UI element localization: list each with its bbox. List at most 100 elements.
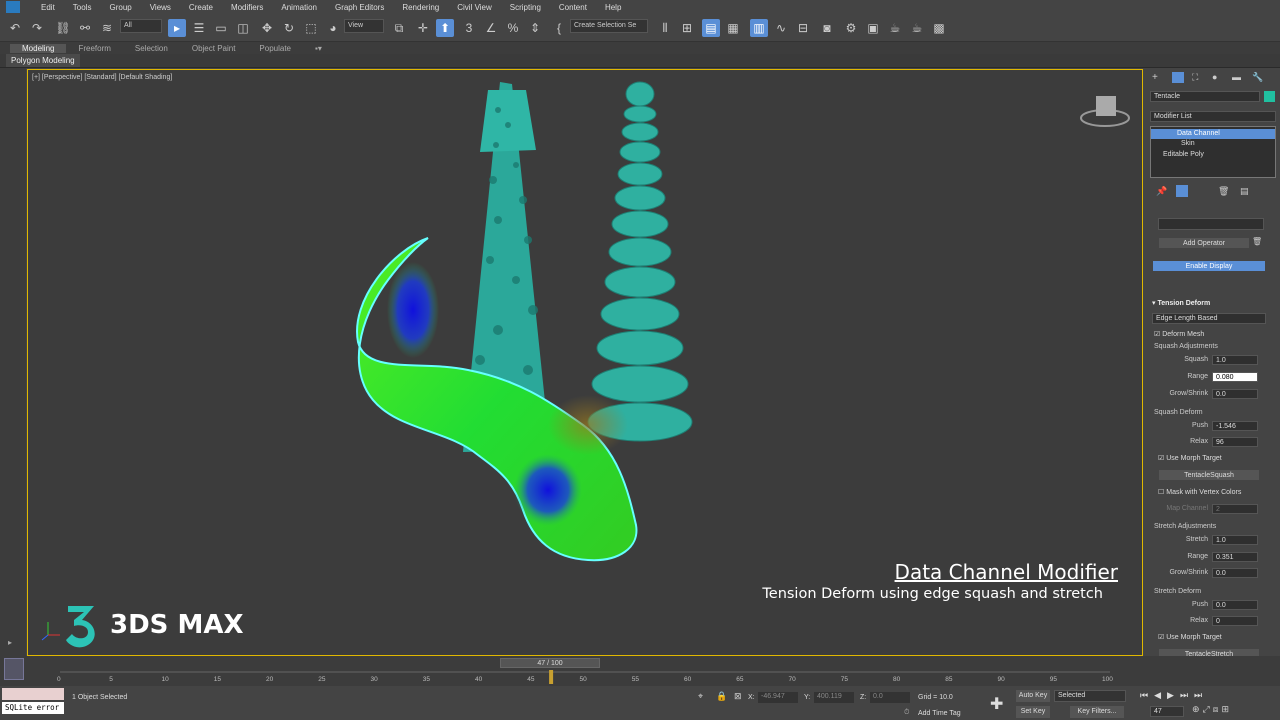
material-editor-icon[interactable]: ◙ — [818, 19, 836, 37]
menu-rendering[interactable]: Rendering — [393, 3, 448, 12]
ribbon-options-icon[interactable]: ▪▾ — [303, 44, 334, 53]
tab-modeling[interactable]: Modeling — [10, 43, 67, 53]
unlink-icon[interactable]: ⚯ — [76, 19, 94, 37]
align-icon[interactable]: ⊞ — [678, 19, 696, 37]
z-coordinate-field[interactable]: 0.0 — [870, 692, 910, 703]
maxscript-listener[interactable]: SQLite error — [2, 702, 64, 714]
render-iterative-icon[interactable]: ☕ — [908, 19, 926, 37]
tab-selection[interactable]: Selection — [123, 44, 180, 53]
stretch-grow-shrink-spinner[interactable]: 0.0 — [1212, 568, 1258, 578]
menu-scripting[interactable]: Scripting — [501, 3, 550, 12]
named-selection-sets-dropdown[interactable]: Create Selection Se — [570, 19, 648, 33]
map-channel-spinner[interactable]: 2 — [1212, 504, 1258, 514]
method-dropdown[interactable]: Edge Length Based — [1152, 313, 1266, 324]
frame-slider-handle[interactable]: 47 / 100 — [500, 658, 600, 668]
rollout-title[interactable]: ▾ Tension Deform — [1152, 299, 1210, 307]
placement-icon[interactable]: ◕ — [324, 19, 342, 37]
object-color-swatch[interactable] — [1264, 91, 1275, 102]
polygon-modeling-panel[interactable]: Polygon Modeling — [6, 54, 80, 67]
menu-create[interactable]: Create — [180, 3, 222, 12]
menu-modifiers[interactable]: Modifiers — [222, 3, 272, 12]
tab-populate[interactable]: Populate — [247, 44, 303, 53]
configure-sets-icon[interactable]: ▤ — [1240, 186, 1249, 197]
tab-freeform[interactable]: Freeform — [66, 44, 122, 53]
reference-coordinate-dropdown[interactable]: View — [344, 19, 384, 33]
delete-operator-icon[interactable]: 🗑 — [1252, 237, 1262, 246]
push-spinner[interactable]: -1.546 — [1212, 421, 1258, 431]
create-tab-icon[interactable]: + — [1152, 72, 1158, 83]
remove-modifier-icon[interactable]: 🗑 — [1218, 186, 1229, 197]
deform-mesh-checkbox[interactable]: ☑ Deform Mesh — [1154, 330, 1204, 338]
rectangular-selection-icon[interactable]: ▭ — [212, 19, 230, 37]
enable-display-button[interactable]: Enable Display — [1152, 260, 1266, 272]
stretch-push-spinner[interactable]: 0.0 — [1212, 600, 1258, 610]
stack-item-data-channel[interactable]: Data Channel — [1151, 129, 1275, 139]
selection-filter-dropdown[interactable]: All — [120, 19, 162, 33]
stretch-relax-spinner[interactable]: 0 — [1212, 616, 1258, 626]
menu-content[interactable]: Content — [550, 3, 596, 12]
select-by-name-icon[interactable]: ☰ — [190, 19, 208, 37]
menu-edit[interactable]: Edit — [32, 3, 64, 12]
use-morph-target-2-checkbox[interactable]: ☑ Use Morph Target — [1158, 633, 1222, 641]
menu-animation[interactable]: Animation — [272, 3, 326, 12]
grow-shrink-spinner[interactable]: 0.0 — [1212, 389, 1258, 399]
link-icon[interactable]: ⛓ — [54, 19, 72, 37]
redo-icon[interactable]: ↷ — [28, 19, 46, 37]
stack-item-editable-poly[interactable]: Editable Poly — [1163, 151, 1204, 158]
object-name-field[interactable]: Tentacle — [1150, 91, 1260, 102]
modify-tab-icon[interactable] — [1172, 72, 1184, 83]
key-set-dropdown[interactable]: Selected — [1054, 690, 1126, 702]
auto-key-button[interactable]: Auto Key — [1016, 690, 1050, 702]
utilities-tab-icon[interactable]: 🔧 — [1252, 72, 1263, 83]
relax-spinner[interactable]: 96 — [1212, 437, 1258, 447]
set-key-button[interactable]: Set Key — [1016, 706, 1050, 718]
menu-views[interactable]: Views — [141, 3, 180, 12]
render-setup-icon[interactable]: ⚙ — [842, 19, 860, 37]
layer-explorer-icon[interactable]: ▦ — [724, 19, 742, 37]
time-slider[interactable]: 47 / 100 0 5 10 15 20 25 30 35 40 45 50 55 60 65 70 75 8… — [0, 656, 1280, 686]
menu-tools[interactable]: Tools — [64, 3, 101, 12]
mask-vertex-colors-checkbox[interactable]: ☐ Mask with Vertex Colors — [1158, 488, 1241, 496]
app-logo-icon[interactable] — [6, 1, 20, 13]
window-crossing-icon[interactable]: ◫ — [234, 19, 252, 37]
keyboard-shortcut-override-icon[interactable]: ⬆ — [436, 19, 454, 37]
expand-icon[interactable]: ▸ — [8, 638, 18, 648]
y-coordinate-field[interactable]: 400.119 — [814, 692, 854, 703]
angle-snap-icon[interactable]: ∠ — [482, 19, 500, 37]
menu-help[interactable]: Help — [596, 3, 630, 12]
undo-icon[interactable]: ↶ — [6, 19, 24, 37]
isolate-selection-icon[interactable]: ⌖ — [698, 691, 703, 702]
modifier-list-dropdown[interactable]: Modifier List — [1150, 111, 1276, 122]
mirror-icon[interactable]: ⫴ — [656, 19, 674, 37]
current-frame-field[interactable]: 47 — [1150, 706, 1184, 717]
bind-space-warp-icon[interactable]: ≋ — [98, 19, 116, 37]
select-object-icon[interactable]: ▸ — [168, 19, 186, 37]
selection-lock-icon[interactable]: 🔒 — [716, 691, 727, 702]
render-in-cloud-icon[interactable]: ▩ — [930, 19, 948, 37]
hierarchy-tab-icon[interactable]: ⛶ — [1192, 72, 1198, 83]
add-operator-button[interactable]: Add Operator — [1158, 237, 1250, 249]
x-coordinate-field[interactable]: -46.947 — [758, 692, 798, 703]
rendered-frame-window-icon[interactable]: ▣ — [864, 19, 882, 37]
tab-object-paint[interactable]: Object Paint — [180, 44, 248, 53]
mini-curve-toggle-icon[interactable] — [4, 658, 24, 680]
menu-graph-editors[interactable]: Graph Editors — [326, 3, 393, 12]
stretch-spinner[interactable]: 1.0 — [1212, 535, 1258, 545]
squash-spinner[interactable]: 1.0 — [1212, 355, 1258, 365]
key-filters-button[interactable]: Key Filters... — [1070, 706, 1124, 718]
pin-stack-icon[interactable]: 📌 — [1156, 186, 1167, 197]
rotate-icon[interactable]: ↻ — [280, 19, 298, 37]
snaps-toggle-icon[interactable]: 3 — [460, 19, 478, 37]
pivot-center-icon[interactable]: ⧉ — [390, 19, 408, 37]
render-production-icon[interactable]: ☕ — [886, 19, 904, 37]
percent-snap-icon[interactable]: % — [504, 19, 522, 37]
range-spinner[interactable]: 0.080 — [1212, 372, 1258, 382]
absolute-mode-icon[interactable]: ⊠ — [734, 691, 742, 702]
menu-civil-view[interactable]: Civil View — [448, 3, 501, 12]
toggle-ribbon-icon[interactable]: ▥ — [750, 19, 768, 37]
use-morph-target-checkbox[interactable]: ☑ Use Morph Target — [1158, 454, 1222, 462]
tentacle-squash-button[interactable]: TentacleSquash — [1158, 469, 1260, 481]
viewport-navigation-icons[interactable]: ⊕⤢⧈⊞ — [1192, 704, 1232, 715]
move-icon[interactable]: ✥ — [258, 19, 276, 37]
set-key-icon[interactable]: ✚ — [990, 694, 1003, 714]
